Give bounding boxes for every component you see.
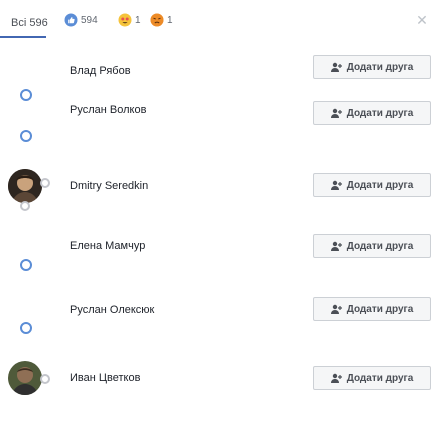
tab-angry-reactions[interactable]: 1 — [150, 13, 173, 27]
avatar[interactable] — [8, 361, 42, 395]
love-reaction-icon — [118, 13, 132, 27]
list-item: Иван Цветков Додати друга — [0, 354, 437, 408]
person-name[interactable]: Иван Цветков — [70, 372, 140, 384]
list-item: Руслан Волков Додати друга — [0, 101, 437, 162]
like-count: 594 — [81, 14, 98, 26]
list-item: Dmitry Seredkin Додати друга — [0, 155, 437, 211]
person-name[interactable]: Влад Рябов — [70, 65, 131, 77]
add-friend-icon — [330, 62, 342, 72]
add-friend-label: Додати друга — [346, 61, 414, 73]
add-friend-icon — [330, 304, 342, 314]
add-friend-icon — [330, 180, 342, 190]
add-friend-label: Додати друга — [346, 107, 414, 119]
angry-reaction-icon — [150, 13, 164, 27]
add-friend-label: Додати друга — [346, 303, 414, 315]
add-friend-button[interactable]: Додати друга — [313, 366, 431, 390]
add-friend-icon — [330, 108, 342, 118]
add-friend-button[interactable]: Додати друга — [313, 55, 431, 79]
love-count: 1 — [135, 14, 141, 26]
add-friend-button[interactable]: Додати друга — [313, 173, 431, 197]
add-friend-label: Додати друга — [346, 179, 414, 191]
avatar-photo — [8, 169, 42, 203]
like-badge-icon — [20, 130, 32, 142]
add-friend-label: Додати друга — [346, 240, 414, 252]
active-tab-indicator — [0, 36, 46, 38]
add-friend-button[interactable]: Додати друга — [313, 101, 431, 125]
list-item: Руслан Олексюк Додати друга — [0, 288, 437, 342]
reaction-badge-icon — [40, 178, 50, 188]
person-name[interactable]: Руслан Олексюк — [70, 304, 154, 316]
like-reaction-icon — [64, 13, 78, 27]
reaction-badge-icon — [20, 201, 30, 211]
add-friend-label: Додати друга — [346, 372, 414, 384]
like-badge-icon — [20, 322, 32, 334]
add-friend-icon — [330, 373, 342, 383]
like-badge-icon — [20, 259, 32, 271]
tab-like-reactions[interactable]: 594 — [64, 13, 98, 27]
avatar[interactable] — [8, 169, 42, 203]
tab-love-reactions[interactable]: 1 — [118, 13, 141, 27]
person-name[interactable]: Руслан Волков — [70, 104, 146, 116]
reactions-header: Всі 596 594 1 1 ✕ — [0, 0, 437, 38]
add-friend-button[interactable]: Додати друга — [313, 234, 431, 258]
reaction-badge-icon — [40, 374, 50, 384]
angry-count: 1 — [167, 14, 173, 26]
list-item: Елена Мамчур Додати друга — [0, 226, 437, 280]
list-item: Влад Рябов Додати друга — [0, 51, 437, 105]
close-icon[interactable]: ✕ — [415, 13, 429, 27]
person-name[interactable]: Dmitry Seredkin — [70, 180, 148, 192]
add-friend-button[interactable]: Додати друга — [313, 297, 431, 321]
add-friend-icon — [330, 241, 342, 251]
avatar-photo — [8, 361, 42, 395]
tab-all-reactions[interactable]: Всі 596 — [11, 17, 48, 29]
person-name[interactable]: Елена Мамчур — [70, 240, 145, 252]
like-badge-icon — [20, 89, 32, 101]
